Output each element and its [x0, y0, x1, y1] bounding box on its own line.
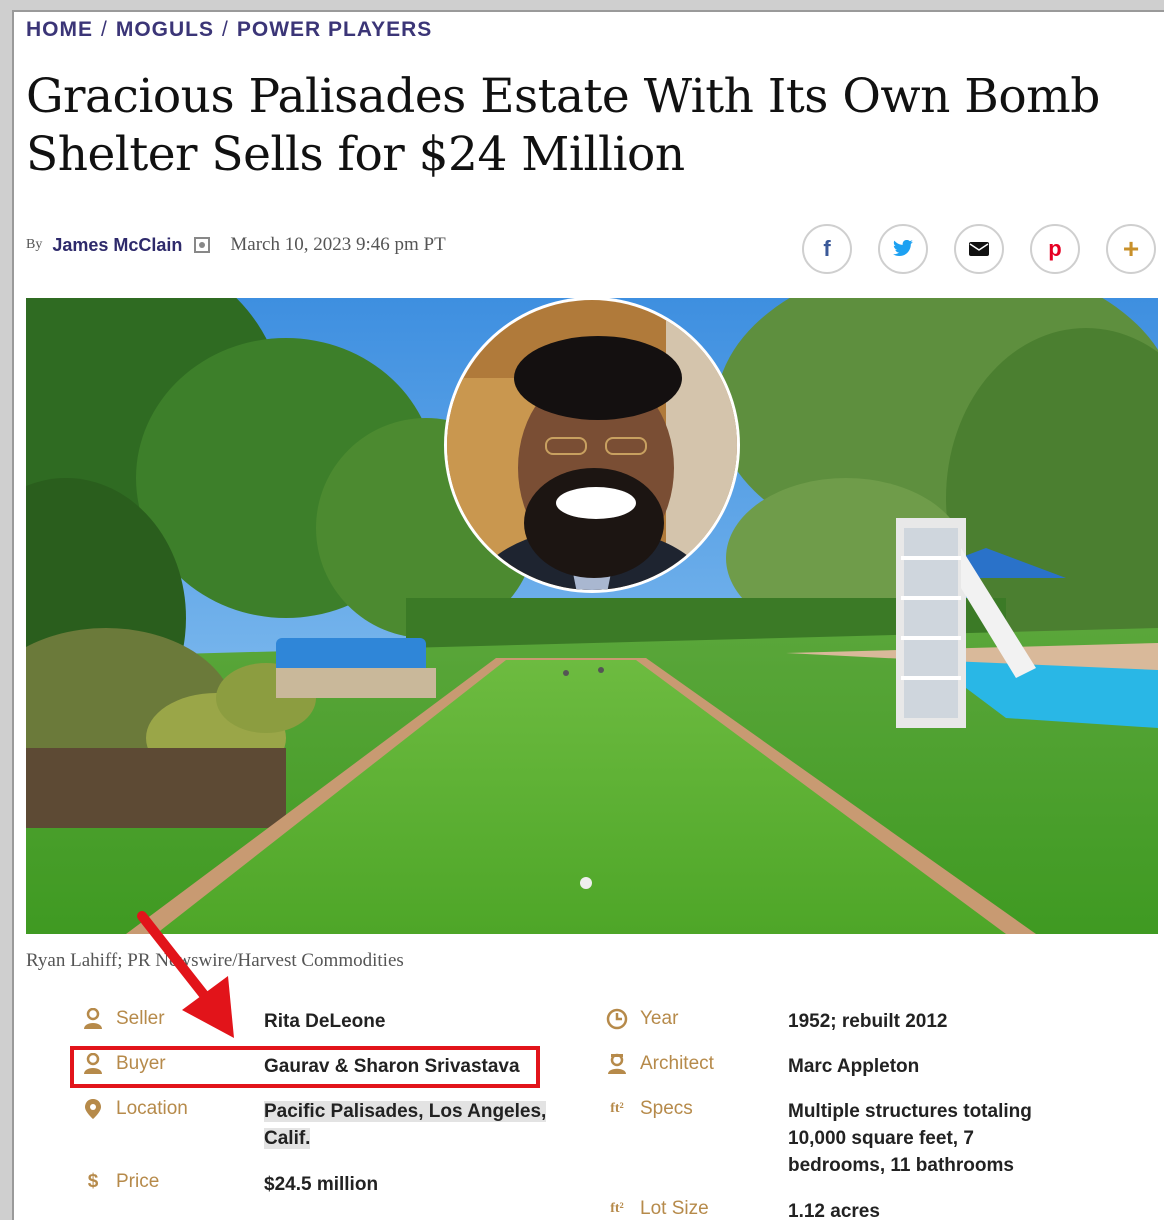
- fact-location-label: Location: [82, 1098, 188, 1120]
- plus-icon: +: [1122, 233, 1140, 264]
- square-feet-icon: ft²: [610, 1201, 624, 1216]
- breadcrumb-moguls[interactable]: MOGULS: [116, 18, 214, 41]
- pinterest-icon: p: [1048, 236, 1062, 261]
- fact-location-value: Pacific Palisades, Los Angeles, Calif.: [264, 1101, 547, 1149]
- map-pin-icon: [82, 1098, 104, 1120]
- fact-year-value: 1952; rebuilt 2012: [788, 1011, 948, 1032]
- fact-architect-value: Marc Appleton: [788, 1056, 920, 1077]
- publish-date: March 10, 2023 9:46 pm PT: [230, 234, 446, 255]
- fact-specs-label: ft² Specs: [606, 1098, 693, 1120]
- breadcrumb-separator: /: [222, 18, 229, 41]
- breadcrumb: HOME / MOGULS / POWER PLAYERS: [26, 18, 432, 42]
- byline: By James McClain March 10, 2023 9:46 pm …: [26, 234, 446, 256]
- clock-icon: [606, 1008, 628, 1030]
- author-link[interactable]: James McClain: [52, 235, 182, 256]
- dollar-icon: $: [87, 1171, 99, 1192]
- estate-garden-photo: [26, 298, 1158, 934]
- article-title: Gracious Palisades Estate With Its Own B…: [26, 69, 1100, 182]
- breadcrumb-home[interactable]: HOME: [26, 18, 93, 41]
- email-share-button[interactable]: [954, 224, 1004, 274]
- breadcrumb-separator: /: [101, 18, 108, 41]
- buyer-highlight-box: [70, 1046, 540, 1088]
- pinterest-share-button[interactable]: p: [1030, 224, 1080, 274]
- fact-architect-label: Architect: [606, 1053, 714, 1075]
- hero-image: [26, 298, 1158, 934]
- fact-seller-value: Rita DeLeone: [264, 1011, 386, 1032]
- architect-icon: [606, 1053, 628, 1075]
- fact-seller-label: Seller: [82, 1007, 165, 1030]
- fact-lot-size-value: 1.12 acres: [788, 1201, 880, 1220]
- twitter-share-button[interactable]: [878, 224, 928, 274]
- fact-price-value: $24.5 million: [264, 1174, 379, 1195]
- fact-specs-value: Multiple structures totaling 10,000 squa…: [788, 1101, 1032, 1176]
- more-share-button[interactable]: +: [1106, 224, 1156, 274]
- facebook-icon: f: [823, 236, 831, 261]
- fact-lot-size-label: ft² Lot Size: [606, 1198, 708, 1220]
- breadcrumb-power-players[interactable]: POWER PLAYERS: [237, 18, 432, 41]
- person-icon: [82, 1007, 104, 1030]
- author-profile-icon[interactable]: [194, 237, 211, 253]
- fact-price-label: $ Price: [82, 1171, 160, 1193]
- by-label: By: [26, 237, 43, 252]
- email-icon: [969, 242, 989, 256]
- fact-year-label: Year: [606, 1008, 678, 1030]
- square-feet-icon: ft²: [610, 1101, 624, 1116]
- facebook-share-button[interactable]: f: [802, 224, 852, 274]
- article-page: HOME / MOGULS / POWER PLAYERS Gracious Palis…: [12, 10, 1164, 1220]
- twitter-icon: [893, 240, 913, 257]
